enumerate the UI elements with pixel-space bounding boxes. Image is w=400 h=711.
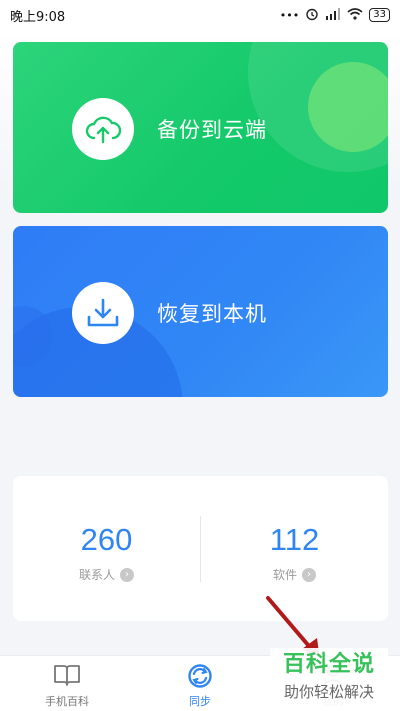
apps-count: 112 — [269, 522, 320, 557]
download-icon — [72, 282, 134, 344]
apps-label: 软件 — [272, 568, 297, 582]
nav-label-sync: 同步 — [189, 695, 211, 708]
contacts-stat[interactable]: 260 联系人 › — [13, 476, 200, 621]
nav-item-sync[interactable]: 同步 — [133, 656, 267, 711]
watermark-subtitle: 助你轻松解决 — [283, 683, 374, 701]
chevron-right-icon: › — [120, 567, 134, 582]
backup-to-cloud-card[interactable]: 备份到云端 — [13, 42, 388, 213]
sync-page: 备份到云端 恢复到本机 260 联系人 › 112 软件 › — [0, 30, 400, 655]
battery-indicator: 33 — [369, 8, 390, 22]
watermark-title: 百科全说 — [282, 652, 375, 677]
status-bar: 晚上9:08 ••• 33 — [0, 0, 400, 30]
status-icons: ••• 33 — [280, 7, 390, 24]
backup-label: 备份到云端 — [157, 118, 267, 142]
alarm-icon — [305, 7, 319, 24]
status-time: 晚上9:08 — [10, 9, 66, 25]
sync-icon — [187, 663, 213, 693]
restore-to-device-card[interactable]: 恢复到本机 — [13, 226, 388, 397]
more-dots-icon: ••• — [279, 8, 300, 22]
restore-label: 恢复到本机 — [157, 302, 267, 326]
nav-item-wiki[interactable]: 手机百科 — [0, 656, 134, 711]
wifi-icon — [347, 7, 363, 23]
cloud-upload-icon — [72, 98, 134, 160]
contacts-label: 联系人 — [78, 568, 115, 582]
watermark: 百科全说 助你轻松解决 — [270, 648, 388, 708]
signal-icon — [325, 7, 341, 23]
chevron-right-icon: › — [302, 567, 316, 582]
contacts-count: 260 — [80, 522, 133, 557]
nav-label-wiki: 手机百科 — [45, 695, 89, 708]
book-icon — [53, 663, 81, 691]
